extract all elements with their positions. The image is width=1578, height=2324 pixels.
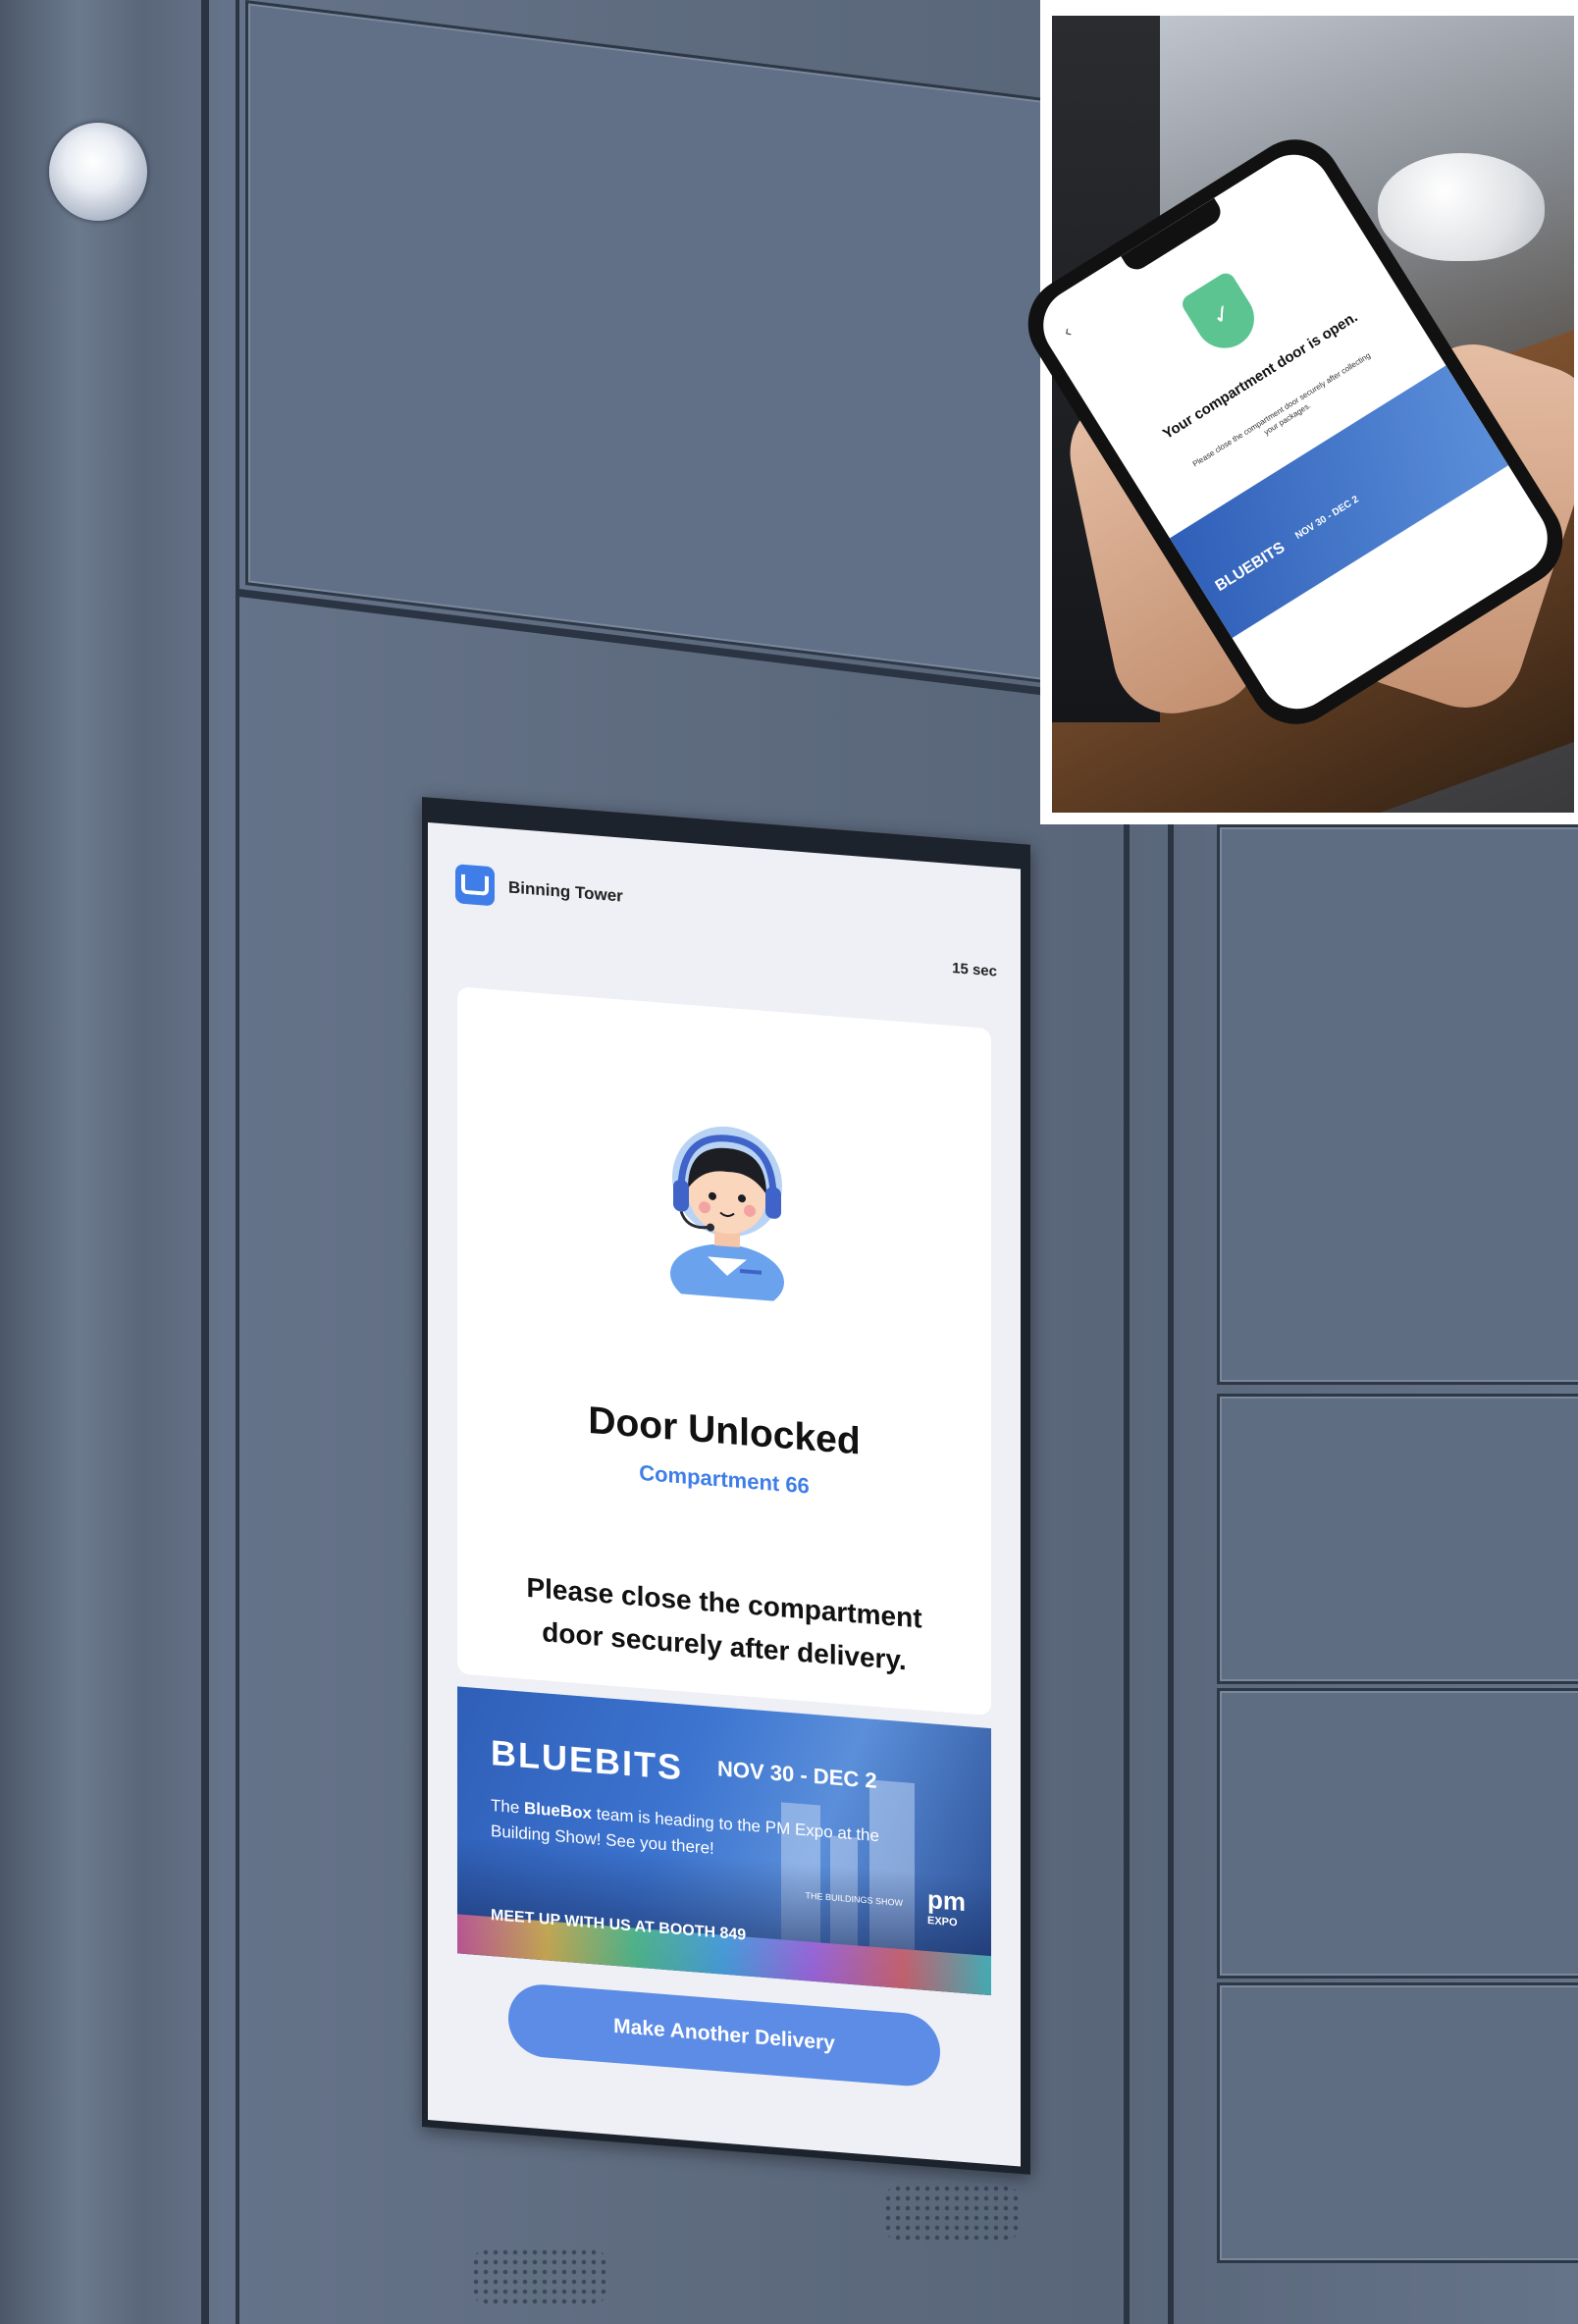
status-card: Door Unlocked Compartment 66 Please clos… <box>457 986 991 1717</box>
speaker-grille-icon <box>883 2184 1021 2243</box>
bluebits-logo: BLUEBITS <box>491 1732 683 1788</box>
kiosk-header: Binning Tower <box>455 864 623 916</box>
speaker-grille-icon <box>471 2247 608 2306</box>
locker-seam <box>236 0 239 2324</box>
locker-seam <box>201 0 209 2324</box>
locker-door-upper <box>245 0 1046 684</box>
kiosk-screen: Binning Tower 15 sec Door Unlocked Compa… <box>428 822 1021 2167</box>
chevron-left-icon[interactable]: ‹ <box>1060 322 1076 343</box>
session-timer: 15 sec <box>952 960 997 980</box>
shield-check-icon: ✓ <box>1179 269 1266 360</box>
instruction-message: Please close the compartment door secure… <box>526 1571 922 1676</box>
locker-seam <box>1124 815 1130 2324</box>
pm-expo-logo: pm EXPO <box>927 1884 966 1929</box>
locker-app-logo-icon <box>455 864 495 907</box>
promo-banner[interactable]: BLUEBITS NOV 30 - DEC 2 The BlueBox team… <box>457 1686 991 1996</box>
locker-door-right-1 <box>1217 824 1578 1385</box>
locker-door-right-3 <box>1217 1688 1578 1979</box>
support-agent-avatar-icon <box>670 1126 784 1303</box>
phone-banner-brand: BLUEBITS <box>1212 539 1289 596</box>
locker-door-right-4 <box>1217 1982 1578 2263</box>
event-dates: NOV 30 - DEC 2 <box>717 1756 877 1794</box>
phone-banner-dates: NOV 30 - DEC 2 <box>1293 494 1361 542</box>
lamp <box>1378 153 1545 261</box>
locker-door-right-2 <box>1217 1394 1578 1684</box>
make-another-delivery-button[interactable]: Make Another Delivery <box>508 1981 940 2089</box>
brand-name: BlueBox <box>524 1798 592 1823</box>
status-light-icon <box>49 123 147 221</box>
site-name: Binning Tower <box>508 877 623 906</box>
locker-seam <box>1168 815 1174 2324</box>
